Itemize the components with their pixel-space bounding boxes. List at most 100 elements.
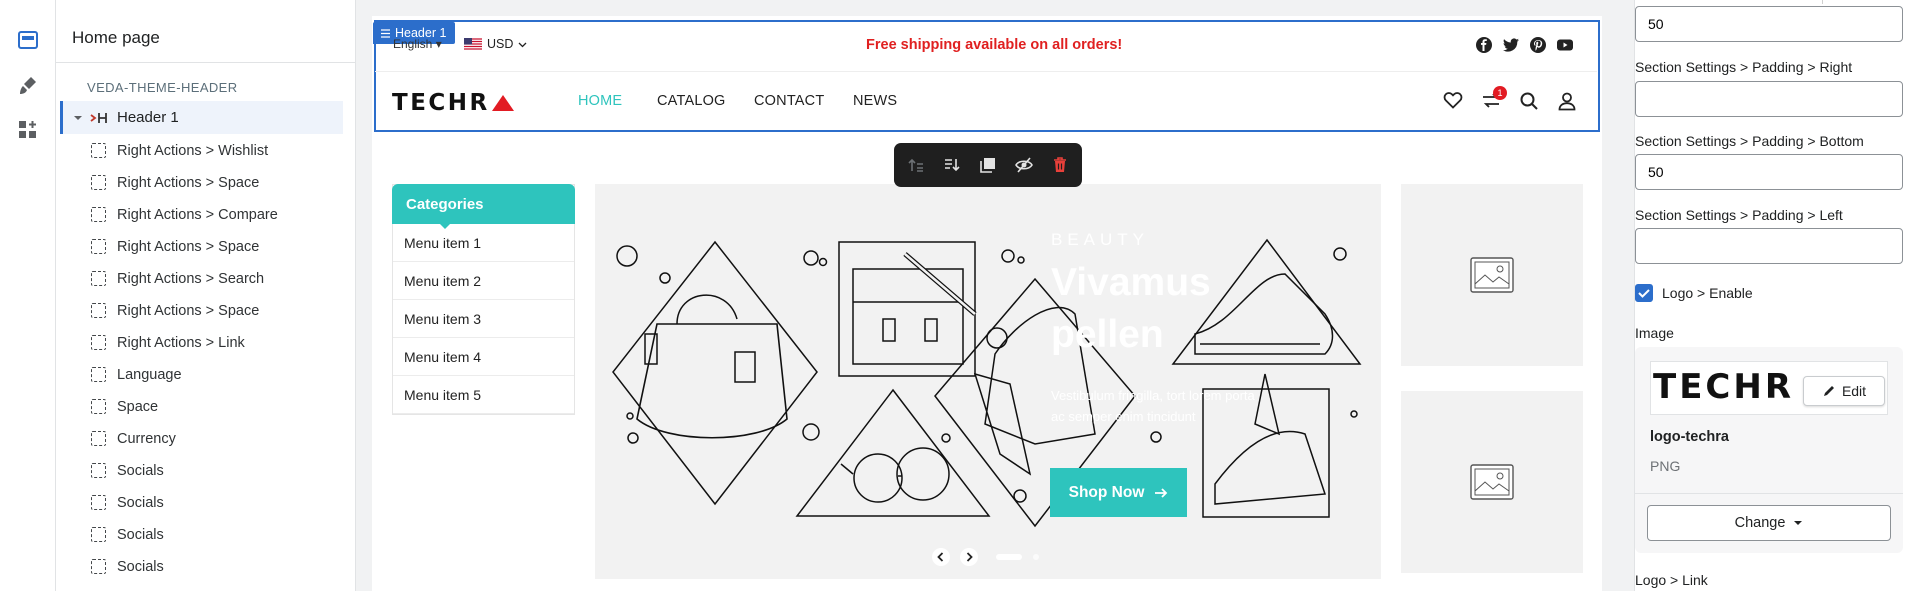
thumbnail-logo-text: TECHR (1653, 367, 1795, 407)
tree-item[interactable]: Socials (91, 522, 164, 548)
apps-icon (19, 121, 36, 138)
logo-text: TECHR (392, 90, 490, 116)
youtube-icon[interactable] (1556, 36, 1574, 54)
tree-item[interactable]: Language (91, 362, 182, 388)
language-selector[interactable]: English ▾ (393, 37, 442, 51)
chevron-down-icon (518, 42, 527, 47)
padding-right-input[interactable] (1635, 81, 1903, 117)
section-group-label: VEDA-THEME-HEADER (87, 80, 238, 95)
image-label: Image (1635, 325, 1674, 341)
slider-dot[interactable] (1033, 554, 1039, 560)
image-filetype: PNG (1650, 458, 1681, 474)
tree-item[interactable]: Right Actions > Space (91, 170, 260, 196)
hero-body-line-1: Vestibulum fringilla, tort lorem porta (1051, 388, 1255, 403)
tree-item-label: Right Actions > Search (117, 271, 265, 287)
currency-selector[interactable]: USD (464, 37, 527, 51)
tree-item[interactable]: Right Actions > Wishlist (91, 138, 269, 164)
category-menu-item[interactable]: Menu item 4 (393, 338, 574, 376)
logo-enable-label: Logo > Enable (1662, 285, 1753, 301)
tree-item[interactable]: Right Actions > Link (91, 330, 245, 356)
nav-news[interactable]: NEWS (853, 93, 897, 109)
hero-slider (595, 184, 1381, 579)
duplicate-icon[interactable] (978, 155, 998, 175)
shop-now-button[interactable]: Shop Now (1050, 468, 1187, 517)
move-down-icon[interactable] (942, 155, 962, 175)
facebook-icon[interactable] (1475, 36, 1493, 54)
divider (1822, 0, 1823, 4)
logo-enable-checkbox-row[interactable]: Logo > Enable (1635, 284, 1753, 302)
tree-item[interactable]: Socials (91, 490, 164, 516)
tree-item[interactable]: Right Actions > Space (91, 298, 259, 324)
block-icon (91, 239, 106, 254)
tree-item[interactable]: Socials (91, 554, 164, 580)
block-icon (91, 303, 106, 318)
tree-item[interactable]: Socials (91, 458, 164, 484)
block-icon (91, 143, 106, 158)
tree-node-header-1[interactable]: Header 1 (60, 101, 343, 134)
padding-left-label: Section Settings > Padding > Left (1635, 207, 1843, 223)
slider-prev-icon[interactable] (931, 547, 951, 567)
block-icon (91, 559, 106, 574)
edit-image-button[interactable]: Edit (1803, 376, 1885, 406)
category-menu-item[interactable]: Menu item 1 (393, 224, 574, 262)
logo-thumbnail: TECHR Edit (1650, 361, 1888, 415)
tree-item-label: Socials (117, 559, 164, 575)
slider-dot-active[interactable] (996, 554, 1022, 560)
block-icon (91, 335, 106, 350)
block-icon (91, 399, 106, 414)
tree-item[interactable]: Right Actions > Search (91, 266, 265, 292)
category-menu-item[interactable]: Menu item 2 (393, 262, 574, 300)
tree-item[interactable]: Right Actions > Space (91, 234, 259, 260)
nav-catalog[interactable]: CATALOG (657, 93, 726, 109)
tree-item-label: Space (117, 399, 159, 415)
tree-item-label: Right Actions > Space (117, 175, 260, 191)
account-icon[interactable] (1557, 91, 1577, 111)
block-icon (91, 431, 106, 446)
category-menu-item[interactable]: Menu item 5 (393, 376, 574, 414)
hero-illustration (612, 238, 1362, 528)
store-logo[interactable]: TECHR (392, 90, 515, 116)
change-image-button[interactable]: Change (1647, 505, 1891, 541)
block-icon (91, 495, 106, 510)
block-icon (91, 527, 106, 542)
padding-bottom-input[interactable] (1635, 154, 1903, 190)
side-banner-top[interactable] (1401, 184, 1583, 366)
theme-styles-button[interactable] (8, 65, 48, 105)
tree-item[interactable]: Currency (91, 426, 176, 452)
tree-item[interactable]: Right Actions > Compare (91, 202, 278, 228)
block-icon (91, 175, 106, 190)
hide-eye-icon[interactable] (1014, 155, 1034, 175)
tree-item-label: Right Actions > Compare (117, 207, 278, 223)
shop-now-label: Shop Now (1068, 483, 1145, 501)
image-placeholder-icon (1470, 257, 1514, 293)
block-icon (91, 271, 106, 286)
tree-item[interactable]: Space (91, 394, 159, 420)
logo-link-label: Logo > Link (1635, 572, 1708, 588)
image-picker-card: TECHR Edit logo-techra PNG Change (1635, 347, 1903, 553)
tree-item-label: Language (117, 367, 182, 383)
category-menu-item[interactable]: Menu item 3 (393, 300, 574, 338)
slider-next-icon[interactable] (959, 547, 979, 567)
padding-top-input[interactable] (1635, 6, 1903, 42)
move-up-icon[interactable] (906, 155, 926, 175)
tree-item-label: Right Actions > Wishlist (117, 143, 269, 159)
wishlist-heart-icon[interactable] (1443, 91, 1463, 109)
twitter-icon[interactable] (1502, 36, 1520, 54)
image-filename: logo-techra (1650, 429, 1729, 445)
side-banner-bottom[interactable] (1401, 391, 1583, 573)
search-icon[interactable] (1519, 91, 1539, 111)
apps-button[interactable] (8, 110, 48, 150)
padding-left-input[interactable] (1635, 228, 1903, 264)
page-title: Home page (72, 28, 160, 47)
caret-down-icon[interactable] (71, 111, 85, 125)
delete-icon[interactable] (1050, 155, 1070, 175)
padding-bottom-label: Section Settings > Padding > Bottom (1635, 133, 1864, 149)
pinterest-icon[interactable] (1529, 36, 1547, 54)
nav-contact[interactable]: CONTACT (754, 93, 824, 109)
compare-count-badge: 1 (1493, 86, 1507, 100)
icon-rail (0, 0, 56, 591)
header-section-icon (90, 112, 107, 123)
checkbox-checked-icon[interactable] (1635, 284, 1653, 302)
sections-button[interactable] (8, 20, 48, 60)
nav-home[interactable]: HOME (578, 93, 622, 109)
